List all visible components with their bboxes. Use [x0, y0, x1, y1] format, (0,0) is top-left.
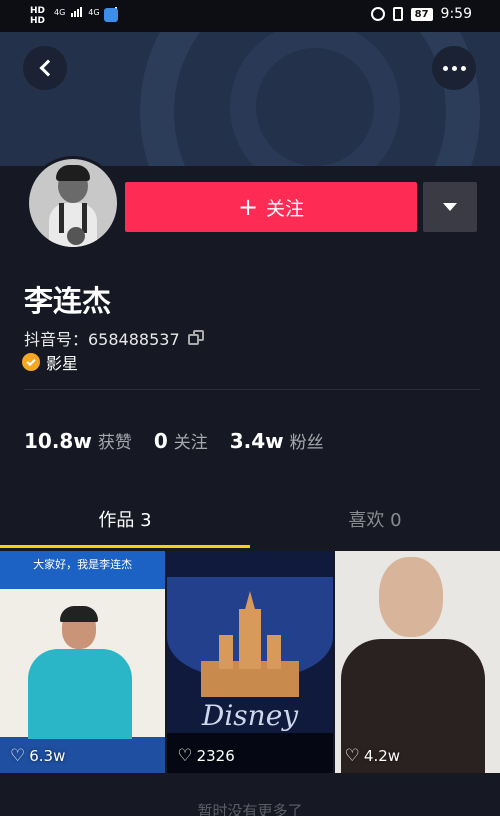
- video-caption: 大家好，我是李连杰: [0, 551, 166, 589]
- network-type-1: 4G: [54, 8, 66, 17]
- verified-icon: [22, 353, 40, 371]
- clock: 9:59: [440, 6, 472, 22]
- stat-label: 粉丝: [289, 433, 324, 453]
- app-notification-icon: [104, 8, 118, 22]
- active-tab-indicator: [0, 545, 250, 548]
- heart-icon: ♡: [344, 745, 360, 766]
- network-type-2: 4G: [88, 8, 100, 17]
- more-button[interactable]: [432, 46, 476, 90]
- banner-decoration: [230, 32, 400, 166]
- stat-value: 3.4w: [229, 429, 284, 453]
- video-thumbnail[interactable]: ♡ 4.2w: [334, 551, 500, 773]
- heart-icon: ♡: [177, 745, 193, 766]
- more-icon: [442, 65, 466, 71]
- tab-works[interactable]: 作品 3: [0, 506, 250, 532]
- douyin-id-row: 抖音号：658488537: [24, 326, 204, 350]
- plus-icon: +: [237, 193, 259, 221]
- hd-indicator: HD HD: [30, 6, 46, 26]
- video-thumbnail[interactable]: Disney ♡ 2326: [167, 551, 333, 773]
- likes-count: 6.3w: [29, 747, 66, 765]
- video-grid: 大家好，我是李连杰 ♡ 6.3w Disney ♡ 2326 ♡ 4.2w: [0, 551, 500, 773]
- video-likes: ♡ 2326: [177, 747, 234, 765]
- avatar[interactable]: [26, 156, 120, 250]
- battery-icon: 87: [410, 7, 433, 21]
- stat-followers[interactable]: 3.4w 粉丝: [230, 428, 324, 453]
- verified-label: 影星: [46, 354, 79, 373]
- video-likes: ♡ 6.3w: [10, 747, 65, 765]
- tab-likes[interactable]: 喜欢 0: [250, 506, 500, 532]
- likes-count: 2326: [196, 747, 235, 765]
- signal-bars-icon: [71, 7, 83, 17]
- recommend-dropdown-button[interactable]: [423, 182, 477, 232]
- stat-likes: 10.8w 获赞: [24, 428, 132, 453]
- profile-banner: [0, 32, 500, 166]
- vibrate-icon: [392, 7, 403, 21]
- status-bar: HD HD 4G 4G 87 9:59: [0, 0, 500, 32]
- video-likes: ♡ 4.2w: [345, 747, 400, 765]
- no-more-text: 暂时没有更多了: [197, 802, 303, 816]
- disney-logo: Disney: [201, 699, 299, 732]
- dropdown-icon: [443, 203, 457, 211]
- stat-value: 10.8w: [24, 429, 92, 453]
- avatar-image: [29, 159, 117, 247]
- divider: [24, 389, 480, 390]
- follow-label: 关注: [266, 197, 305, 220]
- heart-icon: ♡: [10, 745, 26, 766]
- alarm-icon: [370, 7, 385, 21]
- status-right: 87 9:59: [370, 6, 472, 22]
- copy-icon[interactable]: [187, 330, 204, 346]
- back-button[interactable]: [23, 46, 67, 90]
- profile-stats: 10.8w 获赞 0 关注 3.4w 粉丝: [24, 428, 324, 453]
- likes-count: 4.2w: [363, 747, 401, 765]
- stat-value: 0: [153, 429, 168, 453]
- stat-label: 获赞: [97, 433, 132, 453]
- stat-following[interactable]: 0 关注: [154, 428, 208, 453]
- back-icon: [39, 59, 56, 77]
- stat-label: 关注: [173, 433, 208, 453]
- video-thumbnail[interactable]: 大家好，我是李连杰 ♡ 6.3w: [0, 551, 166, 773]
- follow-button[interactable]: + 关注: [125, 182, 417, 232]
- profile-name: 李连杰: [24, 284, 112, 318]
- verified-row: 影星: [22, 350, 78, 374]
- douyin-id: 抖音号：658488537: [24, 330, 180, 349]
